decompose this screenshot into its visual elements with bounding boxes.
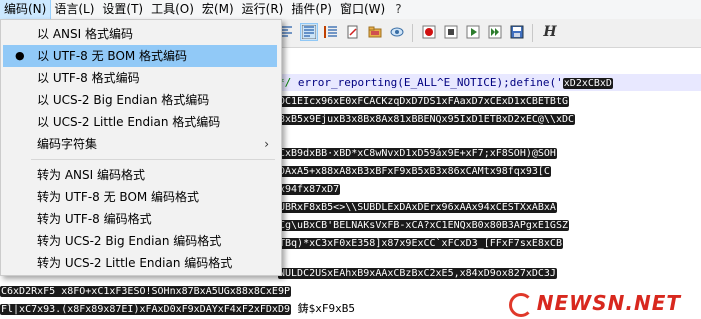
menu-separator — [31, 159, 275, 160]
toolbar-separator — [412, 24, 413, 42]
wrap-icon[interactable] — [300, 23, 318, 41]
menu-item-convert-utf8-nobom[interactable]: 转为 UTF-8 无 BOM 编码格式 — [3, 186, 277, 208]
toolbar-separator — [532, 24, 533, 42]
selected-bullet-icon: ● — [15, 49, 25, 62]
menu-item-label: 转为 UCS-2 Little Endian 编码格式 — [37, 256, 233, 270]
toolbar: H — [270, 19, 701, 48]
code-line-9: TBq)*xC3xF0xE358]x87x9ExCC`xFCxD3_[FFxF7… — [278, 234, 563, 251]
encoding-dropdown-menu: 以 ANSI 格式编码 ● 以 UTF-8 无 BOM 格式编码 以 UTF-8… — [0, 19, 282, 276]
folder-icon[interactable] — [367, 24, 383, 40]
watermark-text: NEWSN.NET — [536, 291, 681, 315]
menu-item-label: 转为 UTF-8 无 BOM 编码格式 — [37, 190, 200, 204]
menu-item-convert-ucs2-le[interactable]: 转为 UCS-2 Little Endian 编码格式 — [3, 252, 277, 274]
encoded-bytes: CxB9dxBB·xBD*xC8wNvxD1xD59áx9E+xF7;xF8SO… — [278, 148, 557, 159]
encoded-bytes: C6xD2RxF5 x8FO+xC1xF3ESO!SOHnx87BxA5UGx8… — [0, 286, 291, 297]
H-icon[interactable]: H — [542, 24, 558, 40]
menu-item-encode-ucs2-be[interactable]: 以 UCS-2 Big Endian 格式编码 — [3, 89, 277, 111]
submenu-arrow-icon: › — [264, 137, 269, 151]
code-line-10: NULDC2USxEAhxB9xAAxCBzBxC2xE5,x84xD9ox82… — [278, 264, 557, 281]
menu-item-encode-utf8-nobom[interactable]: ● 以 UTF-8 无 BOM 格式编码 — [3, 45, 277, 67]
menu-item-label: 以 UCS-2 Little Endian 格式编码 — [37, 115, 221, 129]
stop-icon[interactable] — [443, 24, 459, 40]
play-multiple-icon[interactable] — [487, 24, 503, 40]
encoded-bytes: UBRxF8xB5<>\\SUBDLExDAxDErx96xAAx94xCEST… — [278, 202, 557, 213]
indent-icon[interactable] — [323, 24, 339, 40]
record-icon[interactable] — [421, 24, 437, 40]
doc-icon[interactable] — [345, 24, 361, 40]
code-line-5: DAxA5+x88xA8xB3xBFxF9xB5xB3x86xCAMtx98fq… — [278, 162, 551, 179]
menu-item-label: 转为 UCS-2 Big Endian 编码格式 — [37, 234, 222, 248]
code-line-11: C6xD2RxF5 x8FO+xC1xF3ESO!SOHnx87BxA5UGx8… — [0, 282, 291, 299]
code-line-1: */ error_reporting(E_ALL^E_NOTICE);defin… — [278, 74, 613, 91]
encoded-bytes: x94fx87xD7 — [278, 184, 341, 195]
encoded-bytes: TBq)*xC3xF0xE358]x87x9ExCC`xFCxD3_[FFxF7… — [278, 238, 563, 249]
menu-item-label: 以 ANSI 格式编码 — [37, 27, 133, 41]
menu-item-label: 以 UTF-8 格式编码 — [37, 71, 140, 85]
code-line-3: 8xB5x9EjuxB3x8Bx8Ax81xBBENQx95IxD1ETBxD2… — [278, 110, 576, 127]
code-line-7: UBRxF8xB5<>\\SUBDLExDAxDErx96xAAx94xCEST… — [278, 198, 557, 215]
menu-item-label: 转为 ANSI 编码格式 — [37, 168, 145, 182]
code-line-12: Fl|xC7x93.(x8Fx89x87EI)xFAxD0xF9xDAYxF4x… — [0, 300, 355, 317]
menu-macro[interactable]: 宏(M) — [198, 0, 238, 19]
menu-item-label: 转为 UTF-8 编码格式 — [37, 212, 152, 226]
save-macro-icon[interactable] — [509, 24, 525, 40]
encoded-bytes: DC1EIcx96xE0xFCACKzqDxD7DS1xFAaxD7xCExD1… — [278, 96, 569, 107]
control-char: xD2xCBxD — [562, 78, 613, 89]
menu-item-convert-ucs2-be[interactable]: 转为 UCS-2 Big Endian 编码格式 — [3, 230, 277, 252]
menu-item-encode-ucs2-le[interactable]: 以 UCS-2 Little Endian 格式编码 — [3, 111, 277, 133]
menu-item-label: 以 UTF-8 无 BOM 格式编码 — [37, 49, 188, 63]
code-line-2: DC1EIcx96xE0xFCACKzqDxD7DS1xFAaxD7xCExD1… — [278, 92, 569, 109]
watermark-logo: NEWSN.NET — [508, 291, 681, 317]
logo-swirl-icon — [508, 292, 533, 317]
menu-item-encode-ansi[interactable]: 以 ANSI 格式编码 — [3, 23, 277, 45]
code-text: 鋳$xF9xB5 — [297, 302, 355, 315]
menu-plugins[interactable]: 插件(P) — [287, 0, 336, 19]
menu-encoding[interactable]: 编码(N) — [0, 0, 52, 20]
menu-language[interactable]: 语言(L) — [50, 0, 98, 19]
encoded-bytes: NULDC2USxEAhxB9xAAxCBzBxC2xE5,x84xD9ox82… — [278, 268, 557, 279]
encoded-bytes: Cg\uBxCB'BELNAKsVxFB-xCA?xC1ENQxB0x80B3A… — [278, 220, 569, 231]
encoded-bytes: 8xB5x9EjuxB3x8Bx8Ax81xBBENQx95IxD1ETBxD2… — [278, 114, 576, 125]
menu-item-convert-ansi[interactable]: 转为 ANSI 编码格式 — [3, 164, 277, 186]
menu-settings[interactable]: 设置(T) — [98, 0, 147, 19]
code-line-4: CxB9dxBB·xBD*xC8wNvxD1xD59áx9E+xF7;xF8SO… — [278, 144, 557, 161]
menu-help[interactable]: ? — [391, 0, 405, 19]
menu-tools[interactable]: 工具(O) — [147, 0, 198, 19]
eye-icon[interactable] — [389, 24, 405, 40]
encoded-bytes: Fl|xC7x93.(x8Fx89x87EI)xFAxD0xF9xDAYxF4x… — [0, 304, 291, 315]
menu-window[interactable]: 窗口(W) — [336, 0, 389, 19]
menu-bar: 编码(N) 语言(L) 设置(T) 工具(O) 宏(M) 运行(R) 插件(P)… — [0, 0, 701, 20]
code-text: error_reporting(E_ALL^E_NOTICE);define(' — [297, 76, 563, 89]
menu-item-convert-utf8[interactable]: 转为 UTF-8 编码格式 — [3, 208, 277, 230]
menu-item-label: 编码字符集 — [37, 137, 98, 151]
code-line-6: x94fx87xD7 — [278, 180, 341, 197]
play-icon[interactable] — [465, 24, 481, 40]
menu-item-label: 以 UCS-2 Big Endian 格式编码 — [37, 93, 210, 107]
menu-item-charset[interactable]: 编码字符集 › — [3, 133, 277, 155]
menu-item-encode-utf8[interactable]: 以 UTF-8 格式编码 — [3, 67, 277, 89]
encoded-bytes: DAxA5+x88xA8xB3xBFxF9xB5xB3x86xCAMtx98fq… — [278, 166, 551, 177]
code-line-8: Cg\uBxCB'BELNAKsVxFB-xCA?xC1ENQxB0x80B3A… — [278, 216, 569, 233]
menu-run[interactable]: 运行(R) — [238, 0, 288, 19]
